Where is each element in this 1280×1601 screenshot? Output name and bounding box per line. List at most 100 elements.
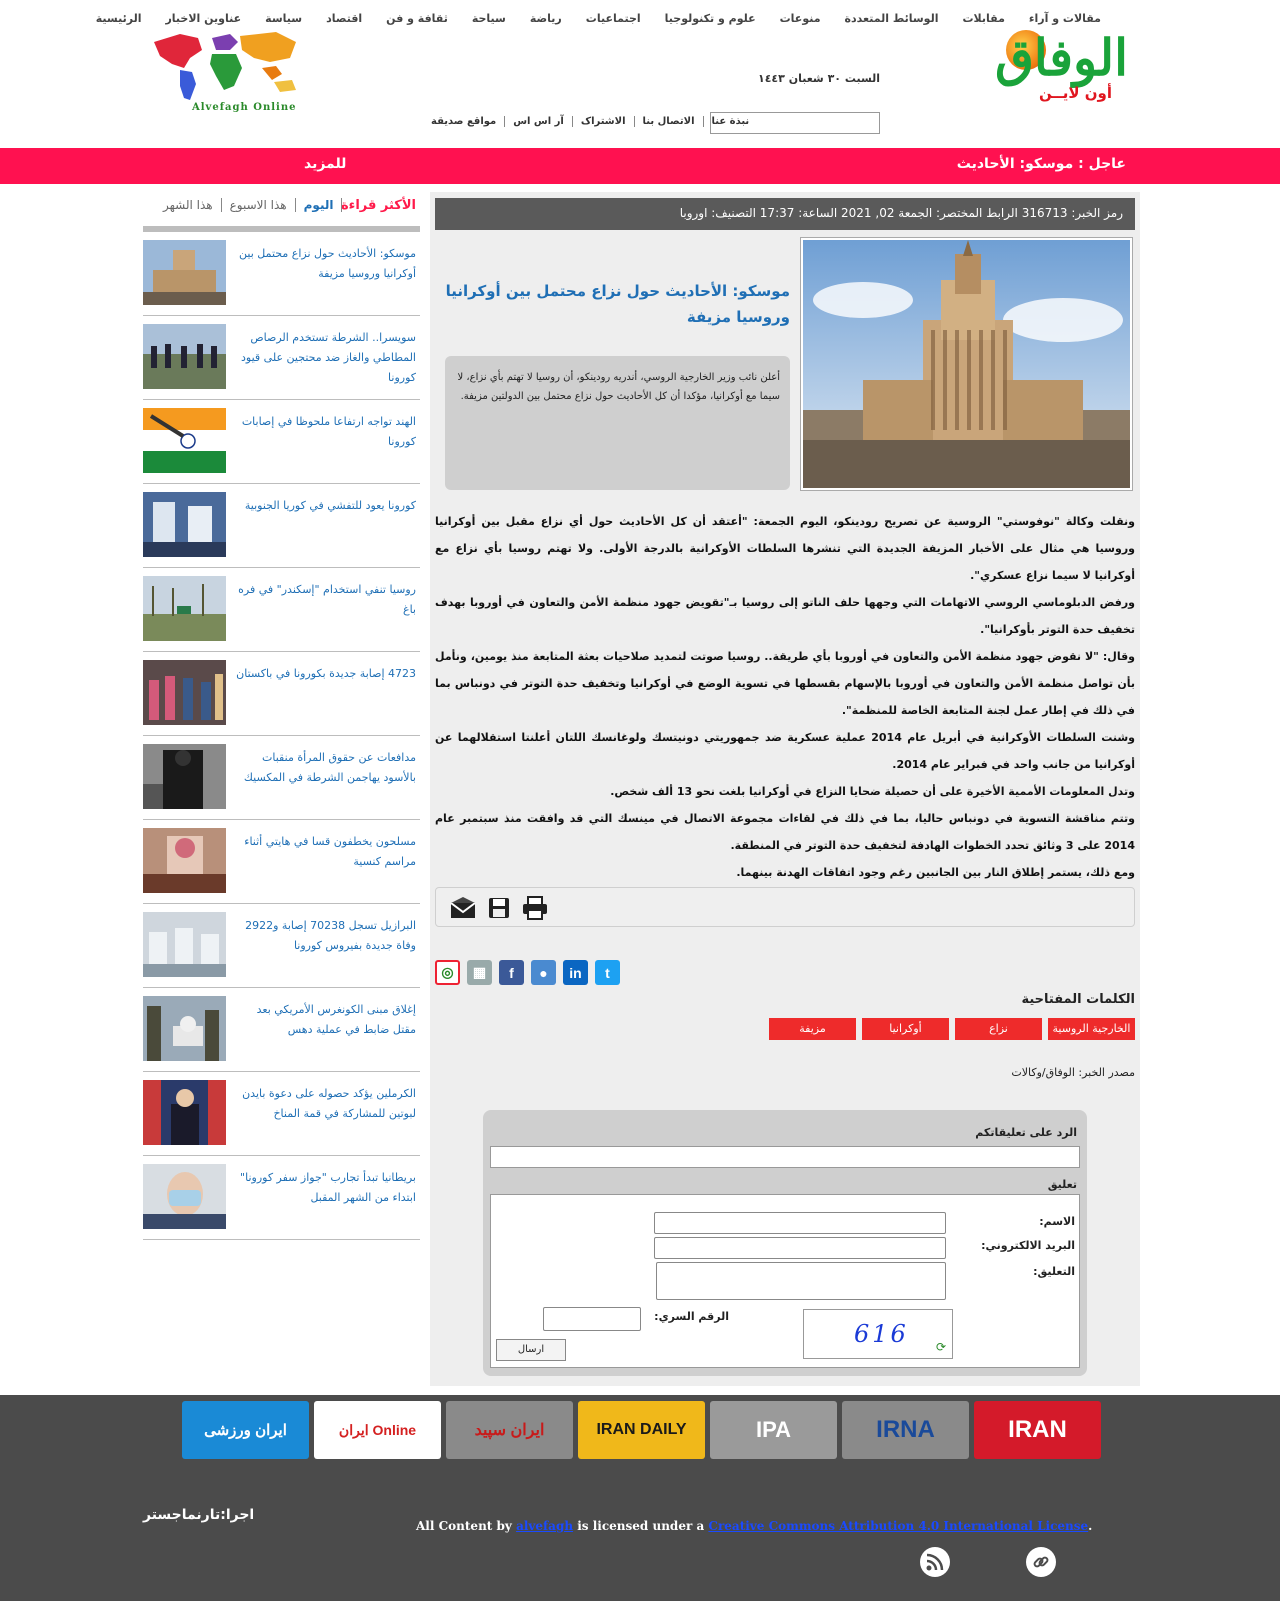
- secondary-links: نبذة عنا الاتصال بنا الاشتراک آر اس اس م…: [423, 116, 757, 127]
- link-about[interactable]: نبذة عنا: [702, 116, 758, 127]
- list-item-title[interactable]: سويسرا.. الشرطة تستخدم الرصاص المطاطي وا…: [236, 328, 416, 388]
- world-map-logo[interactable]: Alvefagh Online: [150, 28, 304, 116]
- site-logo[interactable]: الوفاق أون لايــن: [953, 28, 1130, 106]
- list-item[interactable]: البرازيل تسجل 70238 إصابة و2922 وفاة جدي…: [143, 904, 420, 988]
- list-item[interactable]: روسيا تنفي استخدام "إسكندر" في فره باغ: [143, 568, 420, 652]
- thumbnail[interactable]: [143, 996, 226, 1061]
- list-item[interactable]: موسكو: الأحاديث حول نزاع محتمل بين أوكرا…: [143, 232, 420, 316]
- print-icon[interactable]: [522, 896, 548, 920]
- nav-item-home[interactable]: الرئيسية: [84, 12, 154, 25]
- breaking-headline[interactable]: عاجل : موسكو: الأحاديث: [957, 156, 1126, 172]
- footer-credit[interactable]: اجرا:تارنماجستر: [143, 1507, 254, 1523]
- rss-icon[interactable]: [920, 1547, 950, 1577]
- list-item-title[interactable]: 4723 إصابة جديدة بكورونا في باكستان: [236, 664, 416, 684]
- list-item-title[interactable]: إغلاق مبنى الكونغرس الأمريكي بعد مقتل ضا…: [236, 1000, 416, 1040]
- partner-logo[interactable]: ایران ورزشی: [182, 1401, 309, 1459]
- license-owner-link[interactable]: alvefagh: [516, 1519, 573, 1533]
- cloob-share-icon[interactable]: ◎: [435, 960, 460, 985]
- refresh-icon[interactable]: ⟳: [936, 1340, 946, 1354]
- thumbnail[interactable]: [143, 240, 226, 305]
- nav-item-economy[interactable]: اقتصاد: [314, 12, 374, 25]
- link-icon[interactable]: [1026, 1547, 1056, 1577]
- email-icon[interactable]: [450, 896, 476, 920]
- nav-item-culture[interactable]: ثقافة و فن: [374, 12, 460, 25]
- list-item[interactable]: الهند تواجه ارتفاعا ملحوظا في إصابات كور…: [143, 400, 420, 484]
- tab-month[interactable]: هذا الشهر: [155, 198, 221, 212]
- nav-item-society[interactable]: اجتماعيات: [574, 12, 653, 25]
- keyword-tag[interactable]: أوكرانيا: [862, 1018, 949, 1040]
- breaking-more-link[interactable]: للمزيد: [304, 156, 346, 172]
- thumbnail[interactable]: [143, 492, 226, 557]
- article-info-bar: رمز الخبر: 316713 الرابط المختصر: الجمعة…: [435, 198, 1135, 230]
- nav-item-multimedia[interactable]: الوسائط المتعددة: [833, 12, 951, 25]
- nav-item-interviews[interactable]: مقابلات: [950, 12, 1016, 25]
- balatarin-share-icon[interactable]: ▦: [467, 960, 492, 985]
- facebook-share-icon[interactable]: f: [499, 960, 524, 985]
- partner-logo[interactable]: ایران سپید: [446, 1401, 573, 1459]
- link-contact[interactable]: الاتصال بنا: [633, 116, 703, 127]
- google-share-icon[interactable]: ●: [531, 960, 556, 985]
- tab-today[interactable]: اليوم: [294, 198, 343, 212]
- nav-item-politics[interactable]: سياسة: [253, 12, 314, 25]
- nav-item-headlines[interactable]: عناوين الاخبار: [153, 12, 253, 25]
- name-field[interactable]: [654, 1212, 946, 1234]
- partner-logo[interactable]: IRAN DAILY: [578, 1401, 705, 1459]
- list-item-title[interactable]: روسيا تنفي استخدام "إسكندر" في فره باغ: [236, 580, 416, 620]
- comment-textarea[interactable]: [656, 1262, 946, 1300]
- brand-subtitle: أون لايــن: [1038, 84, 1112, 102]
- thumbnail[interactable]: [143, 660, 226, 725]
- linkedin-share-icon[interactable]: in: [563, 960, 588, 985]
- nav-item-science[interactable]: علوم و تكنولوجيا: [653, 12, 768, 25]
- list-item[interactable]: إغلاق مبنى الكونغرس الأمريكي بعد مقتل ضا…: [143, 988, 420, 1072]
- thumbnail[interactable]: [143, 324, 226, 389]
- list-item-title[interactable]: بريطانيا تبدأ تجارب "جواز سفر كورونا" اب…: [236, 1168, 416, 1208]
- keyword-tag[interactable]: الخارجية الروسية: [1048, 1018, 1135, 1040]
- list-item[interactable]: مدافعات عن حقوق المرأة منقبات بالأسود يه…: [143, 736, 420, 820]
- submit-button[interactable]: ارسال: [496, 1339, 566, 1361]
- list-item-title[interactable]: مسلحون يخطفون قسا في هايتي أثناء مراسم ك…: [236, 832, 416, 872]
- list-item-title[interactable]: البرازيل تسجل 70238 إصابة و2922 وفاة جدي…: [236, 916, 416, 956]
- email-field[interactable]: [654, 1237, 946, 1259]
- list-item[interactable]: 4723 إصابة جديدة بكورونا في باكستان: [143, 652, 420, 736]
- list-item[interactable]: كورونا يعود للتفشي في كوريا الجنوبية: [143, 484, 420, 568]
- nav-item-sport[interactable]: رياضة: [518, 12, 574, 25]
- thumbnail[interactable]: [143, 828, 226, 893]
- list-item-title[interactable]: الكرملين يؤكد حصوله على دعوة بايدن لبوتي…: [236, 1084, 416, 1124]
- save-icon[interactable]: [486, 896, 512, 920]
- thumbnail[interactable]: [143, 1080, 226, 1145]
- comment-fields: الاسم: البريد الالكتروني: التعليق: 616 ⟳…: [490, 1194, 1080, 1368]
- thumbnail[interactable]: [143, 408, 226, 473]
- captcha-input[interactable]: [543, 1307, 641, 1331]
- list-item[interactable]: الكرملين يؤكد حصوله على دعوة بايدن لبوتي…: [143, 1072, 420, 1156]
- list-item-title[interactable]: موسكو: الأحاديث حول نزاع محتمل بين أوكرا…: [236, 244, 416, 284]
- nav-item-opinions[interactable]: مقالات و آراء: [1017, 12, 1113, 25]
- comment-field-label: التعليق:: [1033, 1265, 1075, 1278]
- link-friend-sites[interactable]: مواقع صديقة: [423, 116, 504, 127]
- partner-logo[interactable]: IRNA: [842, 1401, 969, 1459]
- reply-input[interactable]: [490, 1146, 1080, 1168]
- list-item-title[interactable]: كورونا يعود للتفشي في كوريا الجنوبية: [236, 496, 416, 516]
- keyword-tag[interactable]: مزيفة: [769, 1018, 856, 1040]
- keyword-tag[interactable]: نزاع: [955, 1018, 1042, 1040]
- link-subscribe[interactable]: الاشتراک: [571, 116, 634, 127]
- thumbnail[interactable]: [143, 1164, 226, 1229]
- top-nav: الرئيسية عناوين الاخبار سياسة اقتصاد ثقا…: [84, 12, 1113, 25]
- partner-logo[interactable]: ایران Online: [314, 1401, 441, 1459]
- thumbnail[interactable]: [143, 744, 226, 809]
- nav-item-tourism[interactable]: سياحة: [460, 12, 518, 25]
- license-link[interactable]: Creative Commons Attribution 4.0 Interna…: [708, 1519, 1088, 1533]
- list-item[interactable]: مسلحون يخطفون قسا في هايتي أثناء مراسم ك…: [143, 820, 420, 904]
- thumbnail[interactable]: [143, 576, 226, 641]
- link-rss[interactable]: آر اس اس: [504, 116, 572, 127]
- list-item[interactable]: سويسرا.. الشرطة تستخدم الرصاص المطاطي وا…: [143, 316, 420, 400]
- list-item[interactable]: بريطانيا تبدأ تجارب "جواز سفر كورونا" اب…: [143, 1156, 420, 1240]
- nav-item-misc[interactable]: منوعات: [768, 12, 833, 25]
- tab-week[interactable]: هذا الاسبوع: [220, 198, 295, 212]
- thumbnail[interactable]: [143, 912, 226, 977]
- list-item-title[interactable]: مدافعات عن حقوق المرأة منقبات بالأسود يه…: [236, 748, 416, 788]
- article-image: [800, 237, 1133, 491]
- partner-logo[interactable]: IPA: [710, 1401, 837, 1459]
- partner-logo[interactable]: IRAN: [974, 1401, 1101, 1459]
- list-item-title[interactable]: الهند تواجه ارتفاعا ملحوظا في إصابات كور…: [236, 412, 416, 452]
- twitter-share-icon[interactable]: t: [595, 960, 620, 985]
